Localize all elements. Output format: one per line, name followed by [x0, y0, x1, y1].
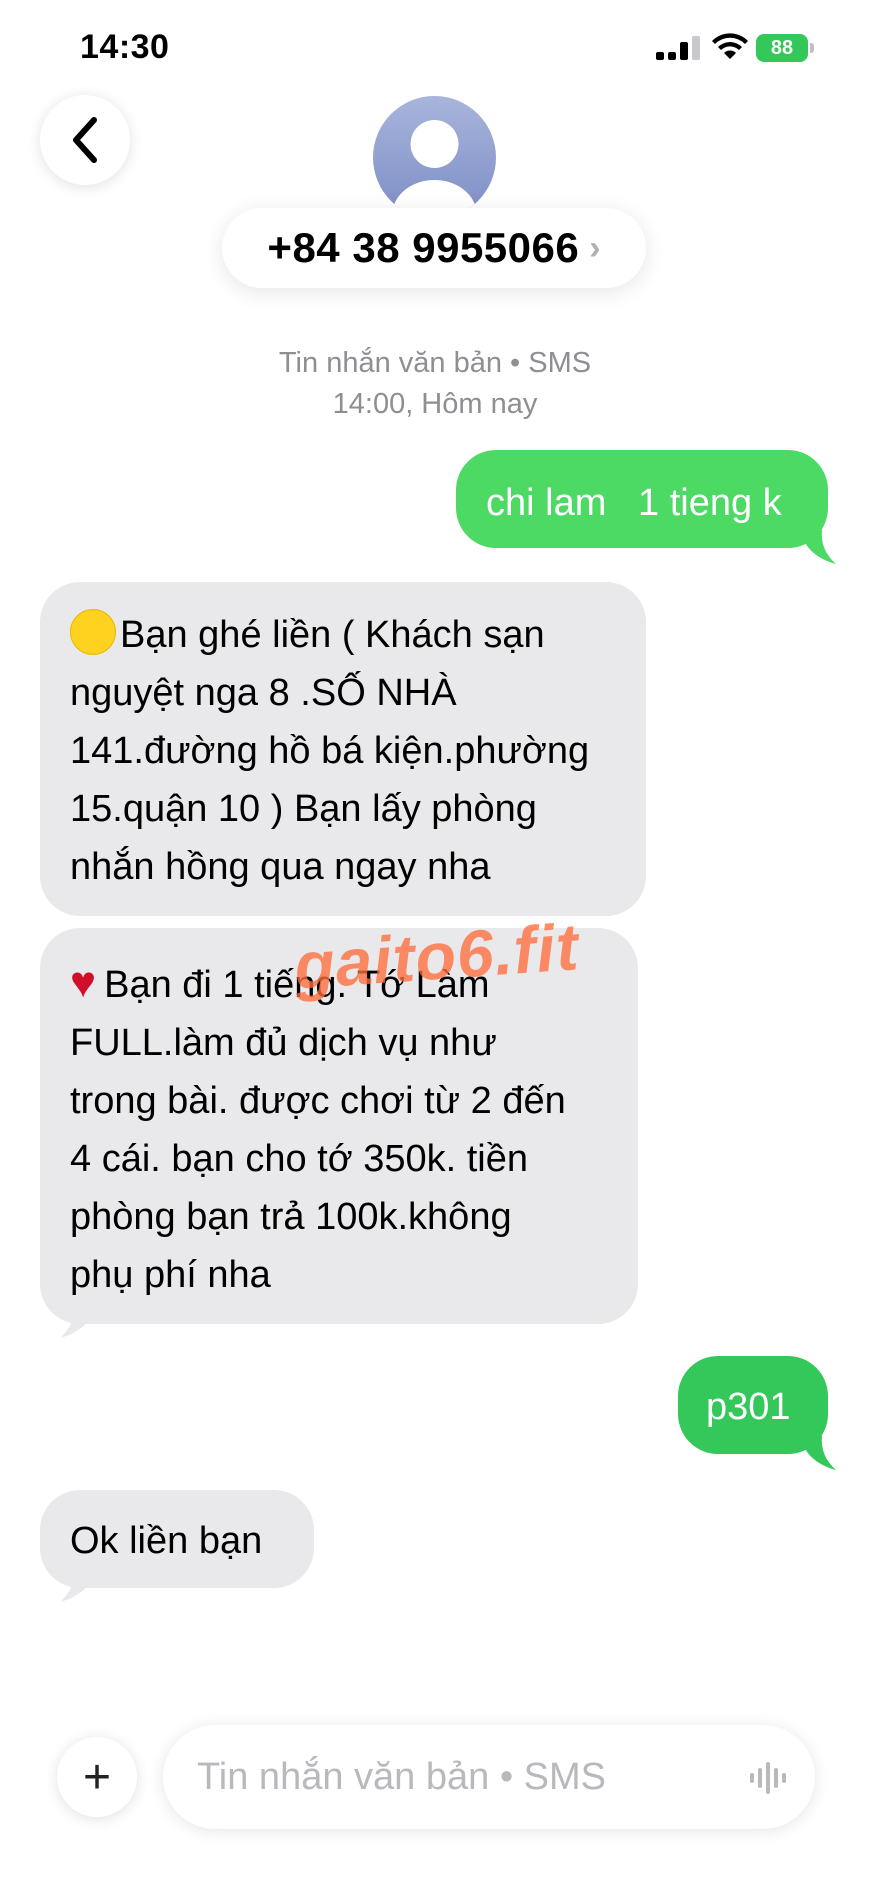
message-line: trong bài. được chơi từ 2 đến: [70, 1080, 566, 1122]
plus-icon: +: [82, 1750, 112, 1804]
bubble-tail: [60, 1304, 96, 1338]
bubble-tail: [60, 1568, 96, 1602]
contact-avatar[interactable]: [373, 96, 496, 219]
signal-icon: [656, 36, 700, 60]
message-input[interactable]: Tin nhắn văn bản • SMS: [163, 1725, 815, 1829]
message-text: chi lam 1 tieng k: [486, 482, 782, 524]
contact-name-button[interactable]: +84 38 9955066 ›: [222, 208, 646, 288]
message-line: phụ phí nha: [70, 1254, 271, 1296]
conversation-timestamp: 14:00, Hôm nay: [332, 388, 538, 420]
message-line: FULL.làm đủ dịch vụ như: [70, 1022, 497, 1064]
bubble-tail: [800, 1436, 836, 1470]
message-line: nhắn hồng qua ngay nha: [70, 846, 491, 888]
message-text: p301: [706, 1386, 791, 1428]
message-bubble-incoming[interactable]: Bạn ghé liền ( Khách sạn nguyệt nga 8 .S…: [40, 582, 646, 916]
message-line: nguyệt nga 8 .SỐ NHÀ: [70, 672, 457, 714]
service-label: Tin nhắn văn bản • SMS: [278, 347, 592, 379]
battery-icon: 88: [756, 34, 808, 62]
message-line: 141.đường hồ bá kiện.phường: [70, 730, 590, 772]
message-input-placeholder: Tin nhắn văn bản • SMS: [197, 1755, 607, 1798]
chevron-left-icon: [73, 117, 97, 163]
message-line: 4 cái. bạn cho tớ 350k. tiền: [70, 1138, 528, 1180]
message-line: 15.quận 10 ) Bạn lấy phòng: [70, 788, 537, 830]
battery-tip: [810, 43, 814, 53]
add-attachment-button[interactable]: +: [57, 1737, 137, 1817]
chevron-right-icon: ›: [589, 228, 601, 267]
heart-emoji-icon: ♥: [70, 958, 97, 1007]
message-line: phòng bạn trả 100k.không: [70, 1196, 512, 1238]
status-time: 14:30: [80, 28, 170, 66]
mic-waveform-icon[interactable]: [748, 1758, 788, 1798]
yellow-circle-emoji-icon: [70, 609, 116, 655]
message-line-text: Bạn ghé liền ( Khách sạn: [120, 614, 545, 656]
back-button[interactable]: [40, 95, 130, 185]
battery-level: 88: [770, 36, 794, 59]
avatar-icon: [392, 120, 477, 219]
bubble-tail: [800, 530, 836, 564]
message-text: Ok liền bạn: [70, 1520, 263, 1562]
wifi-icon: [712, 33, 748, 59]
message-line: Bạn ghé liền ( Khách sạn: [70, 606, 646, 664]
contact-name: +84 38 9955066: [267, 224, 580, 271]
message-bubble-outgoing[interactable]: chi lam 1 tieng k: [456, 450, 828, 548]
